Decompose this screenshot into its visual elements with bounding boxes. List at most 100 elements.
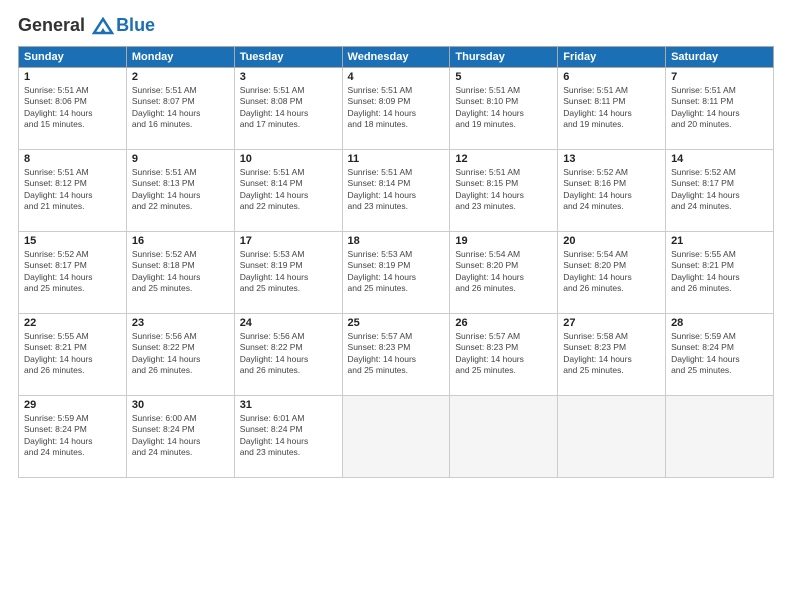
calendar-cell: 20 Sunrise: 5:54 AMSunset: 8:20 PMDayligh… [558, 231, 666, 313]
day-detail: Sunrise: 5:52 AMSunset: 8:18 PMDaylight:… [132, 249, 229, 295]
day-number: 9 [132, 153, 229, 165]
calendar-cell: 14 Sunrise: 5:52 AMSunset: 8:17 PMDayligh… [666, 149, 774, 231]
day-detail: Sunrise: 5:51 AMSunset: 8:13 PMDaylight:… [132, 167, 229, 213]
day-number: 5 [455, 71, 552, 83]
calendar-cell: 7 Sunrise: 5:51 AMSunset: 8:11 PMDaylight… [666, 67, 774, 149]
day-number: 23 [132, 317, 229, 329]
day-detail: Sunrise: 5:51 AMSunset: 8:15 PMDaylight:… [455, 167, 552, 213]
weekday-header-row: SundayMondayTuesdayWednesdayThursdayFrid… [19, 46, 774, 67]
day-detail: Sunrise: 5:51 AMSunset: 8:11 PMDaylight:… [671, 85, 768, 131]
calendar-table: SundayMondayTuesdayWednesdayThursdayFrid… [18, 46, 774, 478]
page: General Blue SundayMondayTuesdayWednesda… [0, 0, 792, 612]
day-detail: Sunrise: 5:51 AMSunset: 8:09 PMDaylight:… [348, 85, 445, 131]
calendar-cell: 22 Sunrise: 5:55 AMSunset: 8:21 PMDayligh… [19, 313, 127, 395]
calendar-cell [450, 395, 558, 477]
weekday-thursday: Thursday [450, 46, 558, 67]
day-number: 6 [563, 71, 660, 83]
calendar-cell: 29 Sunrise: 5:59 AMSunset: 8:24 PMDayligh… [19, 395, 127, 477]
calendar-cell: 3Sunrise: 5:51 AMSunset: 8:08 PMDaylight… [234, 67, 342, 149]
day-number: 18 [348, 235, 445, 247]
day-detail: Sunrise: 5:59 AMSunset: 8:24 PMDaylight:… [671, 331, 768, 377]
calendar-cell: 18 Sunrise: 5:53 AMSunset: 8:19 PMDayligh… [342, 231, 450, 313]
day-number: 30 [132, 399, 229, 411]
day-number: 29 [24, 399, 121, 411]
calendar-cell: 16 Sunrise: 5:52 AMSunset: 8:18 PMDayligh… [126, 231, 234, 313]
day-number: 25 [348, 317, 445, 329]
calendar-cell: 6 Sunrise: 5:51 AMSunset: 8:11 PMDaylight… [558, 67, 666, 149]
week-row-4: 22 Sunrise: 5:55 AMSunset: 8:21 PMDayligh… [19, 313, 774, 395]
weekday-saturday: Saturday [666, 46, 774, 67]
calendar-cell: 23 Sunrise: 5:56 AMSunset: 8:22 PMDayligh… [126, 313, 234, 395]
day-detail: Sunrise: 5:51 AMSunset: 8:10 PMDaylight:… [455, 85, 552, 131]
week-row-3: 15Sunrise: 5:52 AMSunset: 8:17 PMDayligh… [19, 231, 774, 313]
day-number: 12 [455, 153, 552, 165]
day-detail: Sunrise: 5:57 AMSunset: 8:23 PMDaylight:… [348, 331, 445, 377]
calendar-cell [558, 395, 666, 477]
day-detail: Sunrise: 5:51 AMSunset: 8:07 PMDaylight:… [132, 85, 229, 131]
day-number: 14 [671, 153, 768, 165]
day-detail: Sunrise: 5:52 AMSunset: 8:16 PMDaylight:… [563, 167, 660, 213]
day-detail: Sunrise: 5:59 AMSunset: 8:24 PMDaylight:… [24, 413, 121, 459]
day-number: 24 [240, 317, 337, 329]
calendar-cell: 8 Sunrise: 5:51 AMSunset: 8:12 PMDaylight… [19, 149, 127, 231]
calendar-cell: 13 Sunrise: 5:52 AMSunset: 8:16 PMDayligh… [558, 149, 666, 231]
calendar-cell: 26Sunrise: 5:57 AMSunset: 8:23 PMDayligh… [450, 313, 558, 395]
day-number: 20 [563, 235, 660, 247]
day-detail: Sunrise: 6:01 AMSunset: 8:24 PMDaylight:… [240, 413, 337, 459]
calendar-cell: 9 Sunrise: 5:51 AMSunset: 8:13 PMDaylight… [126, 149, 234, 231]
day-number: 31 [240, 399, 337, 411]
calendar-cell [342, 395, 450, 477]
calendar-cell: 19 Sunrise: 5:54 AMSunset: 8:20 PMDayligh… [450, 231, 558, 313]
calendar-cell: 5 Sunrise: 5:51 AMSunset: 8:10 PMDaylight… [450, 67, 558, 149]
day-number: 13 [563, 153, 660, 165]
day-number: 19 [455, 235, 552, 247]
day-number: 2 [132, 71, 229, 83]
calendar-cell: 12 Sunrise: 5:51 AMSunset: 8:15 PMDayligh… [450, 149, 558, 231]
day-number: 27 [563, 317, 660, 329]
day-detail: Sunrise: 5:51 AMSunset: 8:12 PMDaylight:… [24, 167, 121, 213]
logo-general: General [18, 15, 85, 35]
day-detail: Sunrise: 5:56 AMSunset: 8:22 PMDaylight:… [240, 331, 337, 377]
calendar-cell: 4 Sunrise: 5:51 AMSunset: 8:09 PMDaylight… [342, 67, 450, 149]
calendar-cell: 11Sunrise: 5:51 AMSunset: 8:14 PMDayligh… [342, 149, 450, 231]
day-detail: Sunrise: 5:51 AMSunset: 8:06 PMDaylight:… [24, 85, 121, 131]
day-detail: Sunrise: 5:51 AMSunset: 8:11 PMDaylight:… [563, 85, 660, 131]
day-detail: Sunrise: 5:53 AMSunset: 8:19 PMDaylight:… [348, 249, 445, 295]
calendar-cell: 24 Sunrise: 5:56 AMSunset: 8:22 PMDayligh… [234, 313, 342, 395]
day-number: 10 [240, 153, 337, 165]
day-detail: Sunrise: 5:55 AMSunset: 8:21 PMDaylight:… [24, 331, 121, 377]
week-row-1: 1Sunrise: 5:51 AMSunset: 8:06 PMDaylight… [19, 67, 774, 149]
day-number: 16 [132, 235, 229, 247]
header: General Blue [18, 16, 774, 36]
logo-icon [92, 17, 114, 35]
day-number: 21 [671, 235, 768, 247]
logo: General Blue [18, 16, 155, 36]
day-number: 28 [671, 317, 768, 329]
day-number: 17 [240, 235, 337, 247]
day-detail: Sunrise: 5:55 AMSunset: 8:21 PMDaylight:… [671, 249, 768, 295]
day-detail: Sunrise: 5:54 AMSunset: 8:20 PMDaylight:… [563, 249, 660, 295]
calendar-cell [666, 395, 774, 477]
day-number: 3 [240, 71, 337, 83]
day-detail: Sunrise: 6:00 AMSunset: 8:24 PMDaylight:… [132, 413, 229, 459]
day-number: 7 [671, 71, 768, 83]
calendar-cell: 28 Sunrise: 5:59 AMSunset: 8:24 PMDayligh… [666, 313, 774, 395]
calendar-cell: 2 Sunrise: 5:51 AMSunset: 8:07 PMDaylight… [126, 67, 234, 149]
calendar-cell: 31 Sunrise: 6:01 AMSunset: 8:24 PMDayligh… [234, 395, 342, 477]
day-number: 15 [24, 235, 121, 247]
weekday-wednesday: Wednesday [342, 46, 450, 67]
day-number: 4 [348, 71, 445, 83]
calendar-cell: 1Sunrise: 5:51 AMSunset: 8:06 PMDaylight… [19, 67, 127, 149]
day-detail: Sunrise: 5:51 AMSunset: 8:14 PMDaylight:… [348, 167, 445, 213]
day-detail: Sunrise: 5:52 AMSunset: 8:17 PMDaylight:… [671, 167, 768, 213]
calendar-cell: 15Sunrise: 5:52 AMSunset: 8:17 PMDayligh… [19, 231, 127, 313]
weekday-friday: Friday [558, 46, 666, 67]
day-detail: Sunrise: 5:56 AMSunset: 8:22 PMDaylight:… [132, 331, 229, 377]
day-number: 22 [24, 317, 121, 329]
weekday-sunday: Sunday [19, 46, 127, 67]
day-number: 8 [24, 153, 121, 165]
weekday-monday: Monday [126, 46, 234, 67]
day-detail: Sunrise: 5:54 AMSunset: 8:20 PMDaylight:… [455, 249, 552, 295]
week-row-5: 29 Sunrise: 5:59 AMSunset: 8:24 PMDayligh… [19, 395, 774, 477]
weekday-tuesday: Tuesday [234, 46, 342, 67]
